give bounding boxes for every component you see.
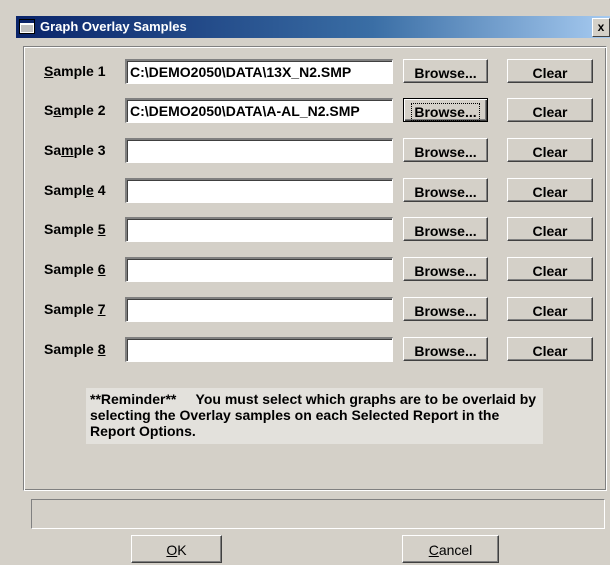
cancel-button[interactable]: Cancel [402,535,499,563]
clear-button-label: Clear [532,65,568,81]
sample-8-label-text: Sample [44,341,98,357]
sample-2-clear-button[interactable]: Clear [507,98,593,122]
sample-8-label: Sample 8 [44,341,106,357]
sample-3-label-accel: m [61,142,74,158]
title-bar[interactable]: Graph Overlay Samples x [16,16,610,38]
clear-button-label: Clear [532,144,568,160]
sample-7-path-field[interactable] [125,297,393,322]
sample-2-label: Sample 2 [44,102,106,118]
status-bar [31,499,605,529]
cancel-label-post: ancel [438,542,473,558]
browse-button-label: Browse... [414,144,477,160]
clear-button-label: Clear [532,303,568,319]
ok-label-post: K [177,542,187,558]
sample-4-label-rest: 4 [93,182,106,198]
sample-6-label: Sample 6 [44,261,106,277]
sample-8-clear-button[interactable]: Clear [507,337,593,361]
sample-4-label: Sample 4 [44,182,106,198]
close-button[interactable]: x [592,18,610,37]
sample-6-label-accel: 6 [97,261,106,277]
sample-7-label-text: Sample [44,301,98,317]
sample-5-browse-button[interactable]: Browse... [403,217,488,241]
sample-2-label-text: S [44,102,54,118]
window-title: Graph Overlay Samples [40,19,187,34]
sample-8-label-accel: 8 [97,341,106,357]
sample-2-label-accel: a [53,102,62,118]
cancel-label-accel: C [428,542,439,558]
sample-3-label-text: Sa [44,142,62,158]
clear-button-label: Clear [532,223,568,239]
sample-5-clear-button[interactable]: Clear [507,217,593,241]
graph-overlay-samples-dialog: Graph Overlay Samples x Sample 1 C:\DEMO2… [0,0,610,565]
browse-button-label: Browse... [414,303,477,319]
sample-1-path-field[interactable]: C:\DEMO2050\DATA\13X_N2.SMP [125,59,393,84]
sample-7-browse-button[interactable]: Browse... [403,297,488,321]
browse-button-label: Browse... [414,263,477,279]
sample-8-path-field[interactable] [125,337,393,362]
clear-button-label: Clear [532,263,568,279]
ok-label-accel: O [166,542,178,558]
sample-6-label-text: Sample [44,261,98,277]
window-icon [19,19,35,34]
clear-button-label: Clear [532,343,568,359]
sample-3-label-rest: ple 3 [73,142,106,158]
sample-8-browse-button[interactable]: Browse... [403,337,488,361]
sample-4-browse-button[interactable]: Browse... [403,178,488,202]
browse-button-label: Browse... [411,103,480,121]
close-icon: x [597,20,605,34]
sample-2-browse-button[interactable]: Browse... [403,98,488,122]
sample-1-browse-button[interactable]: Browse... [403,59,488,83]
sample-3-clear-button[interactable]: Clear [507,138,593,162]
sample-7-clear-button[interactable]: Clear [507,297,593,321]
sample-2-label-rest: mple 2 [61,102,106,118]
sample-6-clear-button[interactable]: Clear [507,257,593,281]
browse-button-label: Browse... [414,343,477,359]
sample-4-path-field[interactable] [125,178,393,203]
sample-1-label: Sample 1 [44,63,105,79]
sample-1-label-rest: ample 1 [53,63,106,79]
reminder-note: **Reminder** You must select which graph… [86,388,543,444]
sample-3-label: Sample 3 [44,142,105,158]
browse-button-label: Browse... [414,184,477,200]
sample-1-clear-button[interactable]: Clear [507,59,593,83]
sample-6-browse-button[interactable]: Browse... [403,257,488,281]
sample-4-clear-button[interactable]: Clear [507,178,593,202]
sample-5-label-text: Sample [44,221,98,237]
sample-5-path-field[interactable] [125,217,393,242]
sample-3-browse-button[interactable]: Browse... [403,138,488,162]
clear-button-label: Clear [532,184,568,200]
sample-4-label-text: Sampl [44,182,87,198]
browse-button-label: Browse... [414,223,477,239]
sample-2-path-field[interactable]: C:\DEMO2050\DATA\A-AL_N2.SMP [125,98,393,123]
ok-button[interactable]: OK [131,535,222,563]
sample-4-label-accel: e [86,182,94,198]
sample-3-path-field[interactable] [125,138,393,163]
sample-7-label-accel: 7 [97,301,106,317]
sample-6-path-field[interactable] [125,257,393,282]
sample-5-label-accel: 5 [97,221,106,237]
browse-button-label: Browse... [414,65,477,81]
sample-7-label: Sample 7 [44,301,106,317]
sample-1-label-accel: S [44,63,54,79]
clear-button-label: Clear [532,104,568,120]
sample-5-label: Sample 5 [44,221,106,237]
